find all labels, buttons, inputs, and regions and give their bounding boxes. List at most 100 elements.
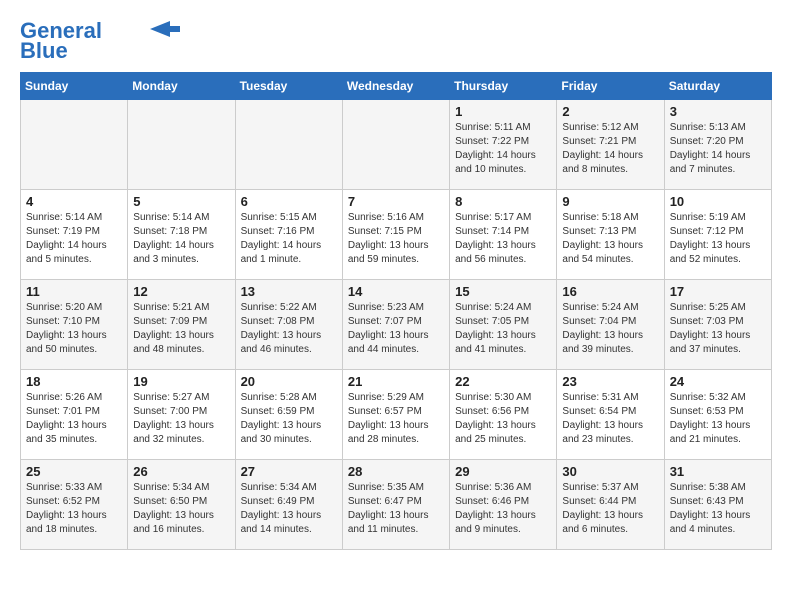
logo-icon [150, 21, 180, 37]
calendar-cell: 31 Sunrise: 5:38 AM Sunset: 6:43 PM Dayli… [664, 460, 771, 550]
cell-content: Sunrise: 5:36 AM Sunset: 6:46 PM Dayligh… [455, 481, 551, 537]
cell-content: Sunrise: 5:24 AM Sunset: 7:04 PM Dayligh… [562, 301, 658, 357]
day-number: 30 [562, 464, 658, 479]
cell-content: Sunrise: 5:21 AM Sunset: 7:09 PM Dayligh… [133, 301, 229, 357]
day-number: 28 [348, 464, 444, 479]
cell-content: Sunrise: 5:35 AM Sunset: 6:47 PM Dayligh… [348, 481, 444, 537]
calendar-cell: 27Sunrise: 5:34 AM Sunset: 6:49 PM Dayli… [235, 460, 342, 550]
weekday-header-saturday: Saturday [664, 73, 771, 100]
day-number: 20 [241, 374, 337, 389]
cell-content: Sunrise: 5:34 AM Sunset: 6:50 PM Dayligh… [133, 481, 229, 537]
day-number: 27 [241, 464, 337, 479]
cell-content: Sunrise: 5:38 AM Sunset: 6:43 PM Dayligh… [670, 481, 766, 537]
calendar-cell: 16 Sunrise: 5:24 AM Sunset: 7:04 PM Dayli… [557, 280, 664, 370]
calendar-cell: 12 Sunrise: 5:21 AM Sunset: 7:09 PM Dayli… [128, 280, 235, 370]
calendar-header: SundayMondayTuesdayWednesdayThursdayFrid… [21, 73, 772, 100]
day-number: 25 [26, 464, 122, 479]
day-number: 15 [455, 284, 551, 299]
day-number: 11 [26, 284, 122, 299]
calendar-cell [342, 100, 449, 190]
cell-content: Sunrise: 5:13 AM Sunset: 7:20 PM Dayligh… [670, 121, 766, 177]
calendar-cell: 11Sunrise: 5:20 AM Sunset: 7:10 PM Dayli… [21, 280, 128, 370]
cell-content: Sunrise: 5:16 AM Sunset: 7:15 PM Dayligh… [348, 211, 444, 267]
day-number: 14 [348, 284, 444, 299]
weekday-header-tuesday: Tuesday [235, 73, 342, 100]
calendar-week-5: 25Sunrise: 5:33 AM Sunset: 6:52 PM Dayli… [21, 460, 772, 550]
weekday-header-friday: Friday [557, 73, 664, 100]
cell-content: Sunrise: 5:14 AM Sunset: 7:18 PM Dayligh… [133, 211, 229, 267]
day-number: 10 [670, 194, 766, 209]
cell-content: Sunrise: 5:22 AM Sunset: 7:08 PM Dayligh… [241, 301, 337, 357]
cell-content: Sunrise: 5:18 AM Sunset: 7:13 PM Dayligh… [562, 211, 658, 267]
calendar-body: 1 Sunrise: 5:11 AM Sunset: 7:22 PM Daylig… [21, 100, 772, 550]
cell-content: Sunrise: 5:19 AM Sunset: 7:12 PM Dayligh… [670, 211, 766, 267]
logo: General Blue [20, 20, 180, 62]
day-number: 4 [26, 194, 122, 209]
calendar-cell: 10 Sunrise: 5:19 AM Sunset: 7:12 PM Dayli… [664, 190, 771, 280]
cell-content: Sunrise: 5:17 AM Sunset: 7:14 PM Dayligh… [455, 211, 551, 267]
day-number: 3 [670, 104, 766, 119]
calendar-cell [235, 100, 342, 190]
cell-content: Sunrise: 5:24 AM Sunset: 7:05 PM Dayligh… [455, 301, 551, 357]
cell-content: Sunrise: 5:15 AM Sunset: 7:16 PM Dayligh… [241, 211, 337, 267]
cell-content: Sunrise: 5:14 AM Sunset: 7:19 PM Dayligh… [26, 211, 122, 267]
day-number: 1 [455, 104, 551, 119]
day-number: 29 [455, 464, 551, 479]
day-number: 8 [455, 194, 551, 209]
cell-content: Sunrise: 5:25 AM Sunset: 7:03 PM Dayligh… [670, 301, 766, 357]
calendar-week-3: 11Sunrise: 5:20 AM Sunset: 7:10 PM Dayli… [21, 280, 772, 370]
calendar-cell: 25Sunrise: 5:33 AM Sunset: 6:52 PM Dayli… [21, 460, 128, 550]
weekday-header-row: SundayMondayTuesdayWednesdayThursdayFrid… [21, 73, 772, 100]
calendar-cell: 13 Sunrise: 5:22 AM Sunset: 7:08 PM Dayli… [235, 280, 342, 370]
day-number: 2 [562, 104, 658, 119]
weekday-header-thursday: Thursday [450, 73, 557, 100]
calendar-cell: 4 Sunrise: 5:14 AM Sunset: 7:19 PM Daylig… [21, 190, 128, 280]
cell-content: Sunrise: 5:11 AM Sunset: 7:22 PM Dayligh… [455, 121, 551, 177]
cell-content: Sunrise: 5:12 AM Sunset: 7:21 PM Dayligh… [562, 121, 658, 177]
calendar-week-2: 4 Sunrise: 5:14 AM Sunset: 7:19 PM Daylig… [21, 190, 772, 280]
calendar-cell: 2 Sunrise: 5:12 AM Sunset: 7:21 PM Daylig… [557, 100, 664, 190]
cell-content: Sunrise: 5:37 AM Sunset: 6:44 PM Dayligh… [562, 481, 658, 537]
calendar-cell: 23 Sunrise: 5:31 AM Sunset: 6:54 PM Dayli… [557, 370, 664, 460]
calendar-cell [21, 100, 128, 190]
calendar-cell: 15 Sunrise: 5:24 AM Sunset: 7:05 PM Dayli… [450, 280, 557, 370]
header: General Blue [20, 20, 772, 62]
day-number: 7 [348, 194, 444, 209]
calendar-cell: 7 Sunrise: 5:16 AM Sunset: 7:15 PM Daylig… [342, 190, 449, 280]
day-number: 18 [26, 374, 122, 389]
day-number: 12 [133, 284, 229, 299]
day-number: 22 [455, 374, 551, 389]
calendar-cell: 28 Sunrise: 5:35 AM Sunset: 6:47 PM Dayli… [342, 460, 449, 550]
cell-content: Sunrise: 5:31 AM Sunset: 6:54 PM Dayligh… [562, 391, 658, 447]
calendar-cell: 14Sunrise: 5:23 AM Sunset: 7:07 PM Dayli… [342, 280, 449, 370]
calendar-cell: 1 Sunrise: 5:11 AM Sunset: 7:22 PM Daylig… [450, 100, 557, 190]
calendar-week-1: 1 Sunrise: 5:11 AM Sunset: 7:22 PM Daylig… [21, 100, 772, 190]
day-number: 5 [133, 194, 229, 209]
calendar-table: SundayMondayTuesdayWednesdayThursdayFrid… [20, 72, 772, 550]
cell-content: Sunrise: 5:27 AM Sunset: 7:00 PM Dayligh… [133, 391, 229, 447]
day-number: 23 [562, 374, 658, 389]
calendar-cell: 21Sunrise: 5:29 AM Sunset: 6:57 PM Dayli… [342, 370, 449, 460]
cell-content: Sunrise: 5:30 AM Sunset: 6:56 PM Dayligh… [455, 391, 551, 447]
calendar-cell: 26 Sunrise: 5:34 AM Sunset: 6:50 PM Dayli… [128, 460, 235, 550]
weekday-header-sunday: Sunday [21, 73, 128, 100]
calendar-cell: 18Sunrise: 5:26 AM Sunset: 7:01 PM Dayli… [21, 370, 128, 460]
day-number: 19 [133, 374, 229, 389]
calendar-cell [128, 100, 235, 190]
calendar-cell: 30 Sunrise: 5:37 AM Sunset: 6:44 PM Dayli… [557, 460, 664, 550]
day-number: 9 [562, 194, 658, 209]
weekday-header-monday: Monday [128, 73, 235, 100]
day-number: 26 [133, 464, 229, 479]
calendar-cell: 29 Sunrise: 5:36 AM Sunset: 6:46 PM Dayli… [450, 460, 557, 550]
day-number: 17 [670, 284, 766, 299]
calendar-week-4: 18Sunrise: 5:26 AM Sunset: 7:01 PM Dayli… [21, 370, 772, 460]
calendar-cell: 24Sunrise: 5:32 AM Sunset: 6:53 PM Dayli… [664, 370, 771, 460]
day-number: 31 [670, 464, 766, 479]
calendar-cell: 22 Sunrise: 5:30 AM Sunset: 6:56 PM Dayli… [450, 370, 557, 460]
day-number: 16 [562, 284, 658, 299]
calendar-cell: 5 Sunrise: 5:14 AM Sunset: 7:18 PM Daylig… [128, 190, 235, 280]
logo-blue-text: Blue [20, 40, 68, 62]
calendar-cell: 19 Sunrise: 5:27 AM Sunset: 7:00 PM Dayli… [128, 370, 235, 460]
weekday-header-wednesday: Wednesday [342, 73, 449, 100]
day-number: 13 [241, 284, 337, 299]
